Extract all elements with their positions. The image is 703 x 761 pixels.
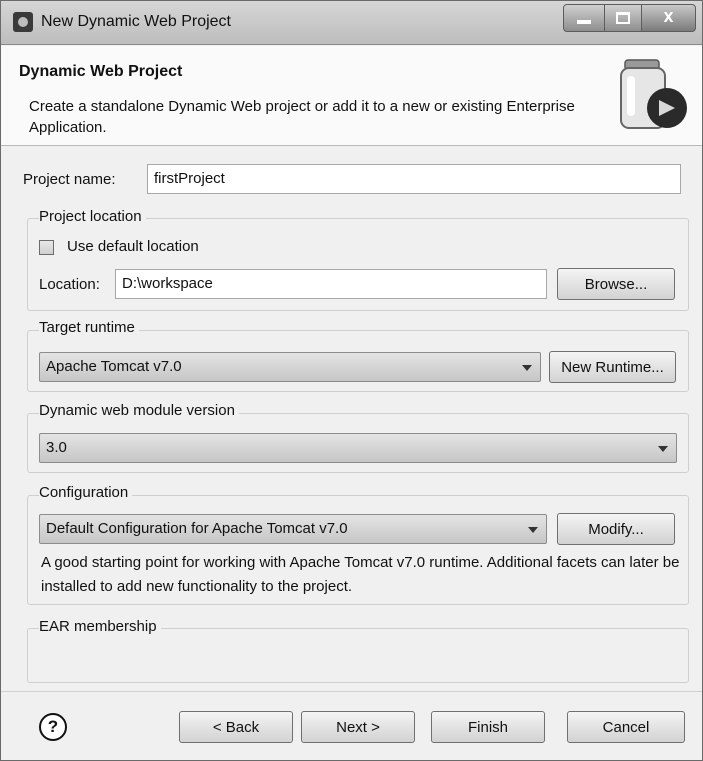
target-runtime-select[interactable]: Apache Tomcat v7.0 [39,352,541,382]
target-runtime-value: Apache Tomcat v7.0 [46,358,182,375]
maximize-icon [616,12,630,24]
next-button[interactable]: Next > [301,711,415,743]
eclipse-icon [13,12,33,32]
new-runtime-button[interactable]: New Runtime... [549,351,676,383]
wizard-page-title: Dynamic Web Project [19,63,183,80]
minimize-button[interactable] [563,4,605,32]
location-label: Location: [39,276,100,293]
target-runtime-title: Target runtime [39,319,139,336]
chevron-down-icon [658,446,668,452]
configuration-value: Default Configuration for Apache Tomcat … [46,520,348,537]
chevron-down-icon [528,527,538,533]
project-name-label: Project name: [23,171,116,188]
chevron-down-icon [522,365,532,371]
minimize-icon [577,20,591,24]
configuration-select[interactable]: Default Configuration for Apache Tomcat … [39,514,547,544]
module-version-title: Dynamic web module version [39,402,239,419]
module-version-select[interactable]: 3.0 [39,433,677,463]
project-location-title: Project location [39,208,146,225]
location-input[interactable]: D:\workspace [115,269,547,299]
wizard-header: Dynamic Web Project Create a standalone … [1,46,702,146]
use-default-location-label: Use default location [67,238,199,255]
close-button[interactable]: X [641,4,696,32]
help-icon[interactable]: ? [39,713,67,741]
module-version-value: 3.0 [46,439,67,456]
configuration-title: Configuration [39,484,133,501]
back-button[interactable]: < Back [179,711,293,743]
modify-button[interactable]: Modify... [557,513,675,545]
window-title: New Dynamic Web Project [41,13,231,30]
title-bar[interactable]: New Dynamic Web Project X [1,1,702,45]
finish-button[interactable]: Finish [431,711,545,743]
footer-divider [1,691,702,692]
project-name-input[interactable]: firstProject [147,164,681,194]
configuration-description: A good starting point for working with A… [41,554,680,595]
ear-membership-group [27,628,689,683]
cancel-button[interactable]: Cancel [567,711,685,743]
ear-membership-title: EAR membership [39,618,161,635]
wizard-page-description: Create a standalone Dynamic Web project … [29,98,575,136]
maximize-button[interactable] [604,4,642,32]
use-default-location-checkbox[interactable] [39,240,54,255]
jar-globe-icon [620,59,687,129]
browse-button[interactable]: Browse... [557,268,675,300]
close-icon: X [663,10,674,26]
new-dynamic-web-project-dialog: New Dynamic Web Project X Dynamic Web Pr… [0,0,703,761]
